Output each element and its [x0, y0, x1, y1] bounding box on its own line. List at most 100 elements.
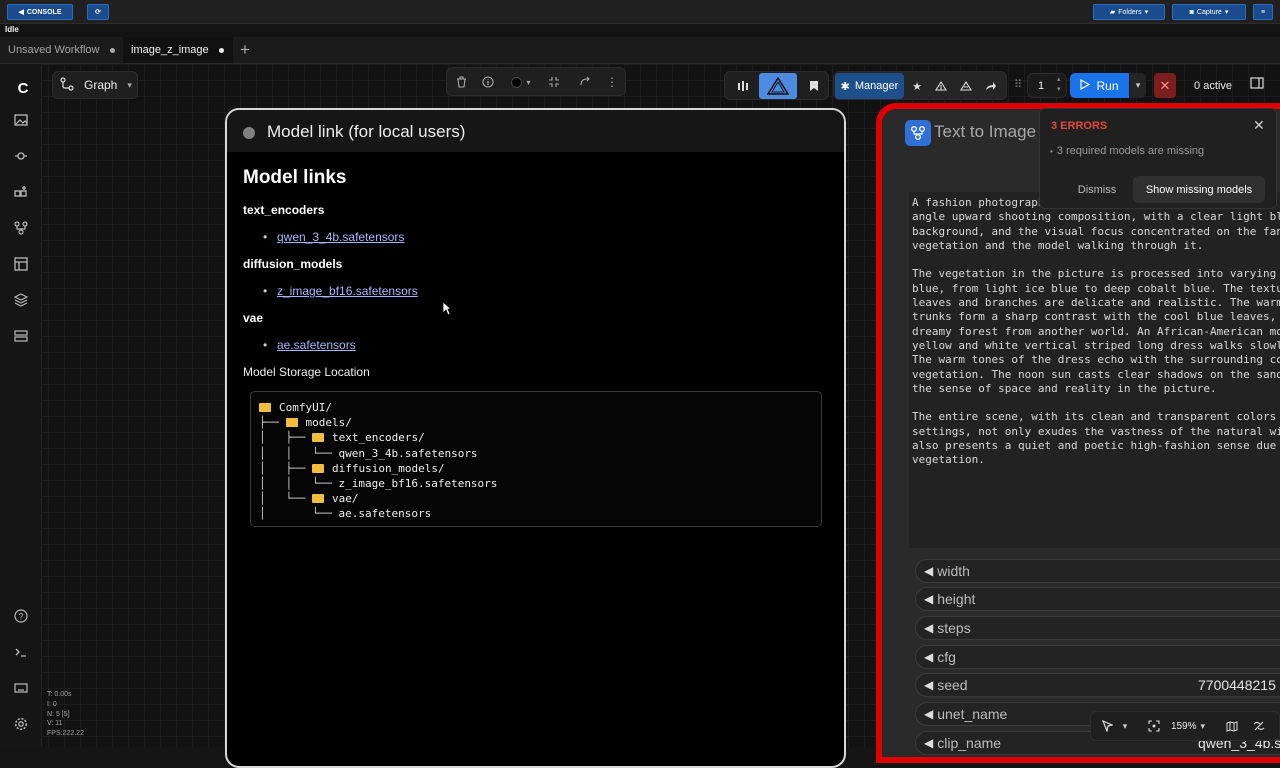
prompt-line: vegetation. The noon sun casts clear sha… [912, 367, 1280, 381]
close-icon[interactable]: ✕ [1253, 117, 1265, 134]
prompt-line: vegetation. [912, 453, 985, 467]
minimap-icon[interactable] [1224, 718, 1240, 734]
nodes-map-icon[interactable] [11, 326, 31, 346]
canvas-controls: ▾ 159% ▾ [1090, 711, 1280, 741]
tab-unsaved-workflow[interactable]: Unsaved Workflow [0, 37, 123, 63]
queue-icon[interactable] [11, 146, 31, 166]
model-link-node[interactable]: Model link (for local users) Model links… [225, 108, 846, 768]
capture-label: Capture [1196, 8, 1222, 16]
console-button[interactable]: ◀ CONSOLE [7, 4, 73, 20]
cancel-run-close-icon[interactable]: ✕ [1154, 73, 1176, 98]
active-queue-indicator[interactable]: 0 active [1185, 73, 1241, 98]
decrement-arrow-icon[interactable]: ◀ [924, 592, 933, 606]
tree-entry-name: ComfyUI/ [279, 401, 332, 414]
decrement-arrow-icon[interactable]: ◀ [924, 678, 933, 692]
run-button[interactable]: Run [1070, 73, 1129, 98]
errors-popup: 3 ERRORS ✕ • 3 required models are missin… [1039, 108, 1277, 209]
settings-gear-icon[interactable] [11, 714, 31, 734]
hide-links-icon[interactable] [1251, 718, 1267, 734]
run-options-chevron-icon[interactable]: ▾ [1130, 73, 1146, 98]
menu-button[interactable]: ≡ [1253, 4, 1273, 20]
graph-selector[interactable]: Graph ▾ [52, 71, 138, 99]
share-arrow-icon[interactable] [981, 76, 1001, 96]
widget-cfg[interactable]: ◀ cfg [915, 645, 1280, 669]
model-links-heading: Model links [243, 167, 347, 188]
widget-steps[interactable]: ◀ steps [915, 616, 1280, 640]
select-pointer-icon[interactable] [1099, 718, 1115, 734]
color-picker-button[interactable]: ▾ [507, 73, 535, 91]
prompt-line: The entire scene, with its clean and tra… [912, 410, 1280, 424]
add-tab-icon[interactable]: + [240, 40, 250, 60]
decrement-arrow-icon[interactable]: ◀ [924, 707, 933, 721]
decrement-arrow-icon[interactable]: ◀ [924, 564, 933, 578]
storage-tree-codeblock: ComfyUI/├── models/│ ├── text_encoders/│… [250, 391, 822, 527]
drag-handle-icon[interactable]: ⠿ [1014, 78, 1022, 91]
node-library-icon[interactable] [11, 182, 31, 202]
chevron-down-icon[interactable]: ▾ [1119, 719, 1131, 733]
widget-width[interactable]: ◀ width [915, 559, 1280, 583]
sidebar: C ? [0, 64, 42, 747]
fit-nodes-icon[interactable] [545, 73, 563, 91]
link-qwen[interactable]: qwen_3_4b.safetensors [277, 230, 404, 244]
tree-entry-name: z_image_bf16.safetensors [338, 477, 498, 491]
tree-entry-name: vae/ [331, 492, 359, 506]
refresh-button[interactable]: ⟳ [87, 4, 109, 20]
prompt-line: trunks form a sharp contrast with the co… [912, 310, 1277, 324]
link-ae[interactable]: ae.safetensors [277, 338, 356, 352]
stepper-arrows-icon[interactable]: ▴ ▾ [1057, 75, 1061, 95]
redo-icon[interactable] [576, 73, 594, 91]
decrement-arrow-icon[interactable]: ◀ [924, 621, 933, 635]
prompt-textarea[interactable]: A fashion photograph angle upward shootin… [909, 192, 1280, 548]
capture-button[interactable]: ◙ Capture ▾ [1172, 4, 1246, 20]
batch-count-input[interactable]: 1 ▴ ▾ [1027, 73, 1067, 98]
model-icon-2[interactable] [956, 76, 976, 96]
toggle-panel-icon[interactable] [1250, 76, 1268, 94]
workflow-tabs: Unsaved Workflow image_z_image + [0, 37, 1280, 64]
decrement-arrow-icon[interactable]: ◀ [924, 650, 933, 664]
manager-label: Manager [854, 80, 899, 92]
workflows-icon[interactable] [11, 218, 31, 238]
bookmark-icon[interactable] [804, 76, 824, 96]
node-header[interactable]: Model link (for local users) [227, 110, 844, 152]
tree-entry-name: models/ [305, 416, 352, 430]
widget-seed[interactable]: ◀ seed 7700448215 [915, 673, 1280, 697]
refresh-icon: ⟳ [95, 9, 101, 16]
prompt-line: settings, not only exudes the vastness o… [912, 424, 1280, 438]
dismiss-button[interactable]: Dismiss [1070, 176, 1124, 203]
help-icon[interactable]: ? [11, 606, 31, 626]
trash-icon[interactable] [452, 73, 470, 91]
fit-view-icon[interactable] [1146, 718, 1162, 734]
link-z-image[interactable]: z_image_bf16.safetensors [277, 284, 418, 298]
section-label-text-encoders: text_encoders [243, 203, 325, 217]
hamburger-icon: ≡ [1260, 8, 1266, 16]
bars-icon[interactable] [731, 76, 755, 96]
decrement-arrow-icon[interactable]: ◀ [924, 736, 933, 750]
folder-icon: ▰ [1109, 9, 1116, 16]
terminal-icon[interactable] [11, 642, 31, 662]
prompt-line: yellow and white vertical striped long d… [912, 338, 1280, 352]
prompt-line [912, 396, 1280, 410]
comfy-logo-icon[interactable]: C [13, 78, 33, 98]
model-library-icon[interactable] [11, 290, 31, 310]
more-options-icon[interactable]: ⋮ [603, 73, 621, 91]
images-icon[interactable] [11, 110, 31, 130]
widget-height[interactable]: ◀ height [915, 587, 1280, 611]
tree-branch: │ └── [259, 492, 312, 506]
node-collapse-dot-icon[interactable] [243, 127, 255, 139]
star-icon[interactable]: ★ [907, 76, 927, 96]
back-arrow-icon: ◀ [18, 9, 24, 16]
zoom-control[interactable]: 159% ▾ [1166, 718, 1210, 734]
model-icon-1[interactable] [931, 76, 951, 96]
crystools-button[interactable] [759, 73, 797, 99]
templates-icon[interactable] [11, 254, 31, 274]
status-text: Idle [5, 25, 19, 34]
stat-nodes: N: 5 [5] [47, 710, 70, 718]
folders-button[interactable]: ▰ Folders ▾ [1093, 4, 1165, 20]
show-missing-models-button[interactable]: Show missing models [1133, 176, 1265, 203]
widget-label: clip_name [937, 735, 1002, 751]
info-icon[interactable] [479, 73, 497, 91]
keyboard-icon[interactable] [11, 678, 31, 698]
tree-branch: │ │ └── [259, 446, 339, 460]
manager-button[interactable]: ✱ Manager [835, 73, 904, 99]
tab-image-z-image[interactable]: image_z_image [123, 37, 233, 63]
